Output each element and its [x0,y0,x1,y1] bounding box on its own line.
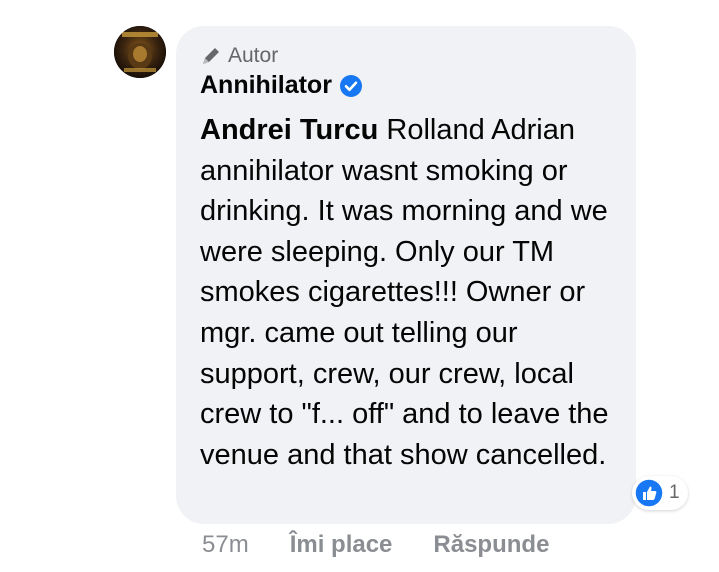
comment-text: Rolland Adrian annihilator wasnt smoking… [200,114,609,471]
author-badge: Autor [200,44,278,68]
comment-body: Andrei Turcu Rolland Adrian annihilator … [200,110,628,475]
pencil-icon [200,45,222,67]
mention-link[interactable]: Andrei Turcu [200,114,378,146]
like-button[interactable]: Îmi place [290,531,393,559]
reply-button[interactable]: Răspunde [433,531,549,559]
avatar[interactable] [114,26,166,78]
author-badge-label: Autor [228,44,279,67]
commenter-name[interactable]: Annihilator [200,71,332,100]
comment-actions: 57m Îmi place Răspunde [202,531,590,559]
commenter-row: Annihilator [200,71,363,100]
like-icon [634,478,664,508]
reaction-summary[interactable]: 1 [632,476,688,510]
reaction-count: 1 [669,482,680,503]
verified-badge-icon [339,74,363,98]
comment-timestamp[interactable]: 57m [202,531,249,559]
comment-bubble: Autor Annihilator Andrei Turcu Rolland A… [176,26,636,524]
avatar-image [114,26,166,78]
